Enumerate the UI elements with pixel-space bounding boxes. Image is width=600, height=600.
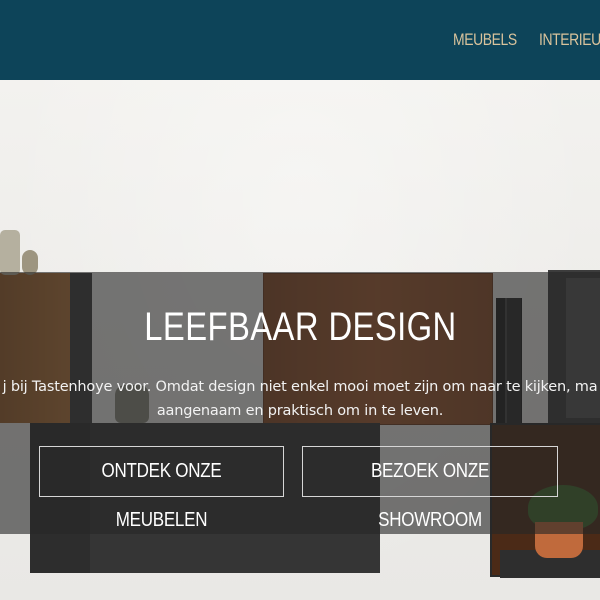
visit-showroom-button-label: BEZOEK ONZE SHOWROOM bbox=[370, 460, 490, 531]
hero-section: LEEFBAAR DESIGN j bij Tastenhoye voor. O… bbox=[0, 80, 600, 600]
discover-furniture-button[interactable]: ONTDEK ONZE MEUBELEN bbox=[39, 446, 284, 531]
visit-showroom-button[interactable]: BEZOEK ONZE SHOWROOM bbox=[302, 446, 558, 531]
nav-item-interieur[interactable]: INTERIEUR bbox=[539, 30, 600, 50]
hero-title: LEEFBAAR DESIGN bbox=[0, 305, 600, 350]
main-navigation: MEUBELS INTERIEUR bbox=[453, 30, 600, 50]
hero-title-text: LEEFBAAR DESIGN bbox=[143, 305, 457, 349]
hero-description: j bij Tastenhoye voor. Omdat design niet… bbox=[0, 375, 600, 423]
hero-description-line-1: j bij Tastenhoye voor. Omdat design niet… bbox=[2, 379, 598, 395]
vase-decoration bbox=[0, 230, 20, 275]
discover-furniture-button-label: ONTDEK ONZE MEUBELEN bbox=[101, 460, 222, 531]
nav-item-meubels[interactable]: MEUBELS bbox=[453, 30, 517, 50]
site-header: MEUBELS INTERIEUR bbox=[0, 0, 600, 80]
hero-description-line-2: aangenaam en praktisch om in te leven. bbox=[156, 403, 444, 419]
